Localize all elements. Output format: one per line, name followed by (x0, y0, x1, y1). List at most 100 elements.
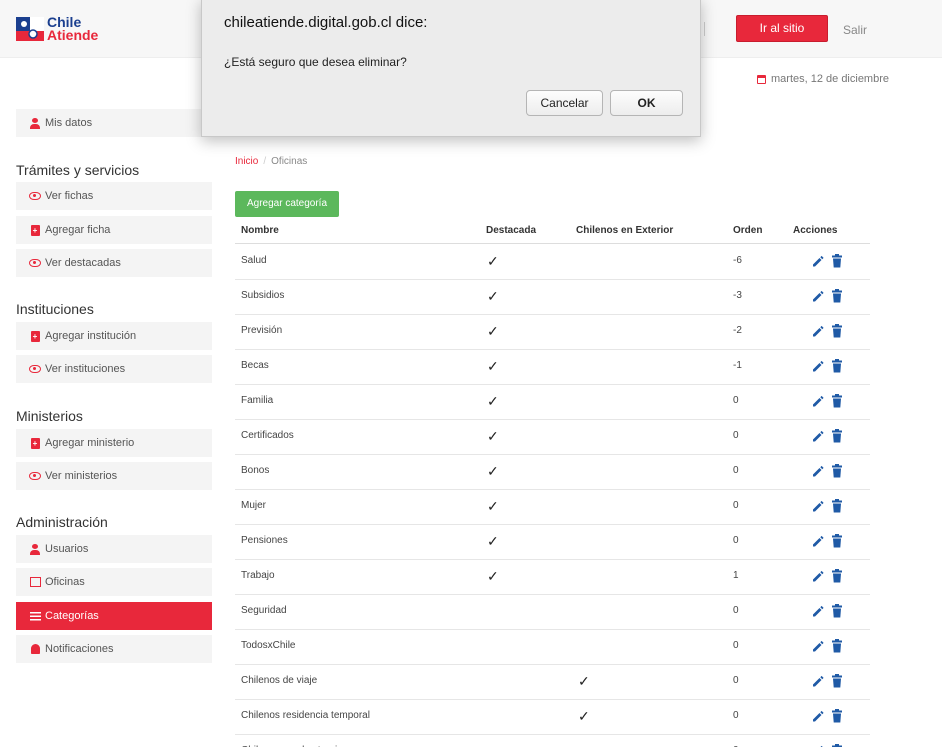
delete-trash-icon[interactable] (831, 429, 843, 443)
section-title-administracion: Administración (16, 514, 108, 530)
section-title-tramites: Trámites y servicios (16, 162, 140, 178)
sidebar-item-agregar-ministerio[interactable]: + Agregar ministerio (16, 429, 212, 457)
logo-mark-icon (15, 14, 45, 44)
row-actions (811, 289, 843, 303)
table-row: Bonos ✓ 0 (235, 455, 870, 490)
breadcrumb-home-link[interactable]: Inicio (235, 156, 258, 167)
edit-pencil-icon[interactable] (811, 394, 825, 408)
edit-pencil-icon[interactable] (811, 429, 825, 443)
sidebar-item-label: Agregar ministerio (45, 437, 135, 449)
cell-orden: 0 (733, 500, 739, 511)
sidebar-item-label: Agregar institución (45, 330, 137, 342)
chileatiende-logo[interactable]: Chile Atiende (15, 14, 98, 44)
edit-pencil-icon[interactable] (811, 359, 825, 373)
edit-pencil-icon[interactable] (811, 569, 825, 583)
sidebar-item-notificaciones[interactable]: Notificaciones (16, 635, 212, 663)
row-actions (811, 499, 843, 513)
delete-trash-icon[interactable] (831, 534, 843, 548)
confirm-dialog: chileatiende.digital.gob.cl dice: ¿Está … (201, 0, 701, 137)
delete-trash-icon[interactable] (831, 359, 843, 373)
cell-nombre: Familia (241, 395, 274, 406)
edit-pencil-icon[interactable] (811, 324, 825, 338)
row-actions (811, 639, 843, 653)
ok-button[interactable]: OK (610, 90, 683, 116)
section-title-ministerios: Ministerios (16, 408, 83, 424)
sidebar-item-ver-ministerios[interactable]: Ver ministerios (16, 462, 212, 490)
delete-trash-icon[interactable] (831, 499, 843, 513)
check-icon: ✓ (487, 288, 499, 304)
agregar-categoria-button[interactable]: Agregar categoría (235, 191, 339, 217)
delete-trash-icon[interactable] (831, 639, 843, 653)
table-row: Chilenos de viaje ✓ 0 (235, 665, 870, 700)
row-actions (811, 394, 843, 408)
edit-pencil-icon[interactable] (811, 534, 825, 548)
section-title-instituciones: Instituciones (16, 301, 94, 317)
delete-trash-icon[interactable] (831, 394, 843, 408)
sidebar-item-label: Usuarios (45, 543, 89, 555)
row-actions (811, 429, 843, 443)
row-actions (811, 359, 843, 373)
sidebar-item-agregar-institucion[interactable]: + Agregar institución (16, 322, 212, 350)
salir-link[interactable]: Salir (843, 23, 867, 37)
add-file-icon: + (30, 330, 40, 342)
cell-orden: 0 (733, 465, 739, 476)
sidebar-item-mis-datos[interactable]: Mis datos (16, 109, 212, 137)
cell-orden: 0 (733, 710, 739, 721)
sidebar-item-ver-fichas[interactable]: Ver fichas (16, 182, 212, 210)
cell-nombre: Mujer (241, 500, 267, 511)
cell-orden: 0 (733, 535, 739, 546)
delete-trash-icon[interactable] (831, 569, 843, 583)
table-row: Previsión ✓ -2 (235, 315, 870, 350)
cell-orden: -1 (733, 360, 742, 371)
delete-trash-icon[interactable] (831, 464, 843, 478)
edit-pencil-icon[interactable] (811, 289, 825, 303)
sidebar-item-oficinas[interactable]: Oficinas (16, 568, 212, 596)
delete-trash-icon[interactable] (831, 604, 843, 618)
row-actions (811, 674, 843, 688)
sidebar-item-label: Notificaciones (45, 643, 114, 655)
table-row: Certificados ✓ 0 (235, 420, 870, 455)
delete-trash-icon[interactable] (831, 674, 843, 688)
table-row: Pensiones ✓ 0 (235, 525, 870, 560)
edit-pencil-icon[interactable] (811, 254, 825, 268)
cancel-button[interactable]: Cancelar (526, 90, 603, 116)
calendar-icon (757, 74, 766, 84)
check-icon: ✓ (487, 463, 499, 479)
current-date: martes, 12 de diciembre (757, 73, 889, 85)
column-header-destacada: Destacada (486, 225, 537, 236)
column-header-nombre: Nombre (241, 225, 279, 236)
table-row: Chilenos residencia temporal ✓ 0 (235, 700, 870, 735)
sidebar-item-label: Agregar ficha (45, 224, 111, 236)
edit-pencil-icon[interactable] (811, 604, 825, 618)
check-icon: ✓ (487, 533, 499, 549)
sidebar-item-ver-instituciones[interactable]: Ver instituciones (16, 355, 212, 383)
sidebar-item-ver-destacadas[interactable]: Ver destacadas (16, 249, 212, 277)
cell-nombre: Seguridad (241, 605, 287, 616)
edit-pencil-icon[interactable] (811, 639, 825, 653)
check-icon: ✓ (487, 393, 499, 409)
sidebar-item-categorias[interactable]: Categorías (16, 602, 212, 630)
row-actions (811, 534, 843, 548)
cell-orden: 0 (733, 430, 739, 441)
row-actions (811, 254, 843, 268)
sidebar-item-label: Mis datos (45, 117, 93, 129)
sidebar-item-usuarios[interactable]: Usuarios (16, 535, 212, 563)
sidebar-item-label: Ver fichas (45, 190, 94, 202)
dialog-message: ¿Está seguro que desea eliminar? (224, 55, 407, 69)
delete-trash-icon[interactable] (831, 254, 843, 268)
check-icon: ✓ (487, 358, 499, 374)
delete-trash-icon[interactable] (831, 324, 843, 338)
edit-pencil-icon[interactable] (811, 674, 825, 688)
sidebar-item-agregar-ficha[interactable]: + Agregar ficha (16, 216, 212, 244)
row-actions (811, 569, 843, 583)
delete-trash-icon[interactable] (831, 289, 843, 303)
table-row: TodosxChile 0 (235, 630, 870, 665)
cell-nombre: Bonos (241, 465, 270, 476)
delete-trash-icon[interactable] (831, 709, 843, 723)
logo-line-2: Atiende (47, 27, 99, 43)
edit-pencil-icon[interactable] (811, 499, 825, 513)
eye-icon (29, 259, 41, 267)
ir-al-sitio-button[interactable]: Ir al sitio (736, 15, 828, 42)
edit-pencil-icon[interactable] (811, 709, 825, 723)
edit-pencil-icon[interactable] (811, 464, 825, 478)
